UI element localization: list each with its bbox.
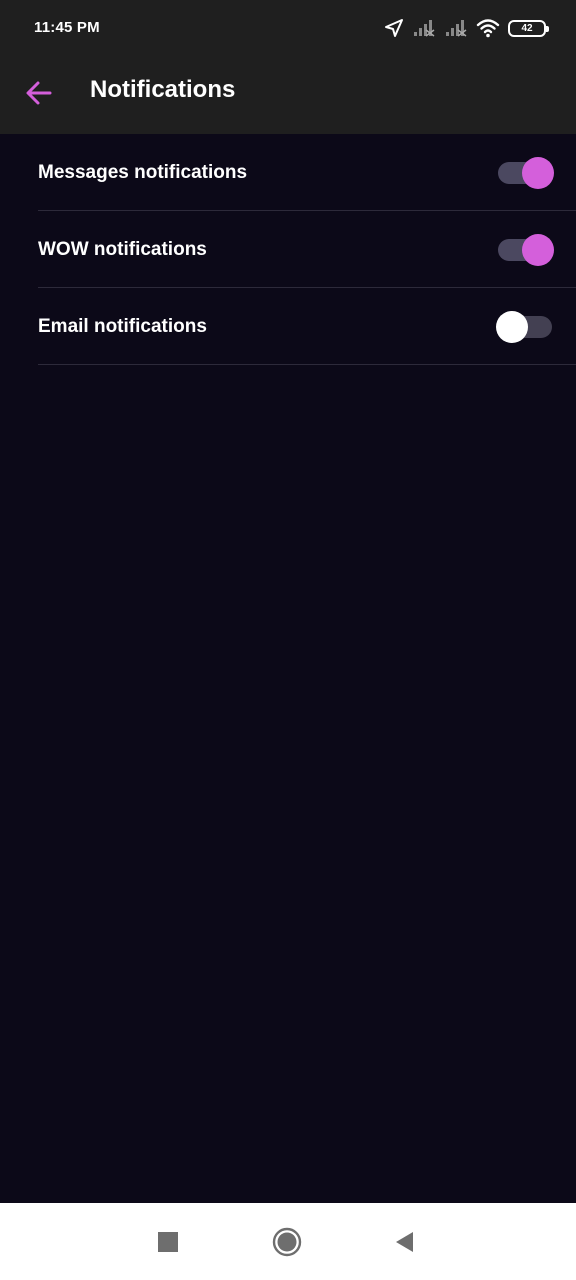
setting-label: Messages notifications bbox=[38, 162, 248, 183]
email-notifications-toggle[interactable] bbox=[496, 311, 552, 343]
signal-icon bbox=[446, 20, 467, 37]
setting-row-email: Email notifications bbox=[38, 288, 576, 365]
messages-notifications-toggle[interactable] bbox=[498, 157, 554, 189]
battery-level: 42 bbox=[521, 22, 533, 34]
recent-apps-button[interactable] bbox=[151, 1225, 185, 1259]
system-back-button[interactable] bbox=[388, 1225, 422, 1259]
toggle-thumb bbox=[522, 234, 554, 266]
setting-row-wow: WOW notifications bbox=[38, 211, 576, 288]
wow-notifications-toggle[interactable] bbox=[498, 234, 554, 266]
signal-icon bbox=[414, 20, 435, 37]
home-button[interactable] bbox=[270, 1225, 304, 1259]
toggle-thumb bbox=[496, 311, 528, 343]
screen: 11:45 PM 42 Notifications Messages notif… bbox=[0, 0, 576, 1280]
status-icons: 42 bbox=[384, 17, 549, 39]
navigation-bar bbox=[0, 1203, 576, 1280]
app-bar: Notifications bbox=[0, 56, 576, 134]
recent-apps-icon bbox=[158, 1232, 178, 1252]
setting-label: Email notifications bbox=[38, 316, 207, 337]
location-icon bbox=[385, 19, 403, 37]
settings-list: Messages notifications WOW notifications… bbox=[0, 134, 576, 365]
back-triangle-icon bbox=[396, 1232, 413, 1252]
status-bar: 11:45 PM 42 bbox=[0, 0, 576, 56]
wifi-icon bbox=[476, 19, 500, 38]
toggle-thumb bbox=[522, 157, 554, 189]
arrow-left-icon bbox=[26, 81, 52, 105]
battery-icon: 42 bbox=[508, 19, 549, 37]
setting-row-messages: Messages notifications bbox=[38, 134, 576, 211]
home-icon bbox=[272, 1227, 302, 1257]
setting-label: WOW notifications bbox=[38, 239, 207, 260]
page-title: Notifications bbox=[90, 76, 236, 103]
status-time: 11:45 PM bbox=[34, 19, 100, 36]
back-button[interactable] bbox=[18, 72, 60, 114]
